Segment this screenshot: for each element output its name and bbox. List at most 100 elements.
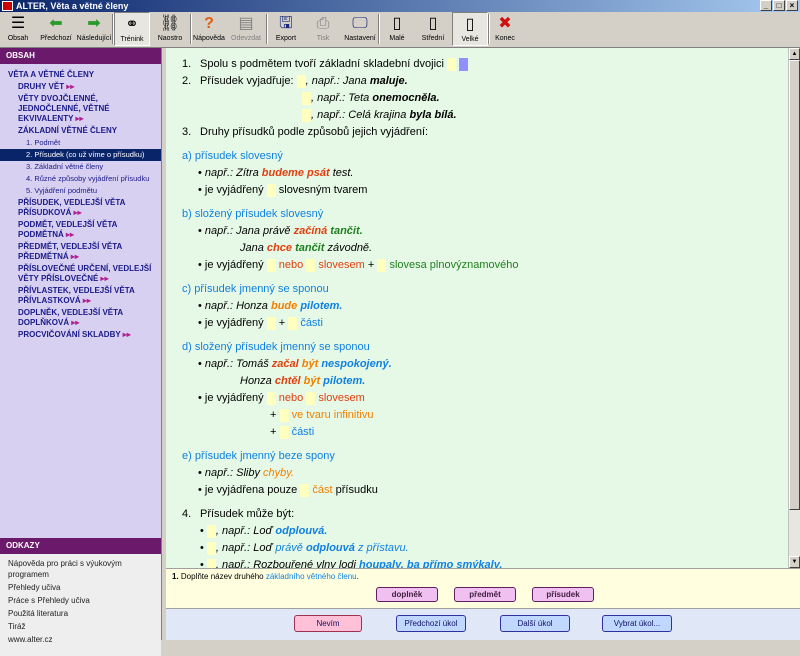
blank-field[interactable] — [206, 541, 216, 555]
nav-item-label: 4. Různé způsoby vyjádření přísudku — [26, 174, 150, 183]
trenink-button[interactable]: ⚭ Trénink — [114, 12, 150, 46]
nav-item-label: PŘÍVLASTEK, VEDLEJŠÍ VĚTA PŘÍVLASTKOVÁ — [18, 286, 135, 305]
predchozi-button[interactable]: ⬅ Předchozí — [38, 12, 74, 46]
nav-item-label: PROCVIČOVÁNÍ SKLADBY — [18, 330, 121, 339]
chain-icon: ⛓ — [159, 15, 181, 32]
section-d-rule: • je vyjádřený nebo slovesem — [198, 391, 365, 405]
links-list: Nápověda pro práci s výukovým programem P… — [0, 554, 161, 656]
blank-field[interactable] — [279, 408, 289, 422]
dont-know-button[interactable]: Nevím — [294, 615, 362, 632]
male-button[interactable]: ▯ Malé — [380, 12, 414, 46]
blank-field[interactable] — [300, 483, 310, 497]
section-a-title: a) přísudek slovesný — [182, 150, 283, 162]
choose-task-button[interactable]: Vybrat úkol... — [602, 615, 672, 632]
expand-arrow-icon: ▸▸ — [69, 318, 80, 327]
odevzdat-button[interactable]: ▤ Odevzdat — [228, 12, 264, 46]
nav-item[interactable]: PŘÍSUDEK, VEDLEJŠÍ VĚTA PŘÍSUDKOVÁ ▸▸ — [0, 197, 161, 219]
blank-field[interactable] — [447, 57, 457, 71]
nav-item[interactable]: 1. Podmět — [0, 137, 161, 149]
nav-item[interactable]: VĚTY DVOJČLENNÉ, JEDNOČLENNÉ, VĚTNÉ EKVI… — [0, 93, 161, 125]
toolbar-label: Obsah — [7, 35, 29, 42]
expand-arrow-icon: ▸▸ — [63, 230, 75, 239]
previous-task-button[interactable]: Předchozí úkol — [396, 615, 466, 632]
stredni-button[interactable]: ▯ Střední — [416, 12, 450, 46]
maximize-button[interactable]: □ — [773, 0, 785, 11]
nasledujici-button[interactable]: ➡ Následující — [76, 12, 112, 46]
scroll-down-icon[interactable]: ▼ — [789, 556, 800, 568]
blank-field[interactable] — [266, 183, 276, 197]
toolbar-label: Export — [275, 35, 297, 42]
expand-arrow-icon: ▸▸ — [64, 82, 75, 91]
blank-field[interactable] — [288, 316, 298, 330]
blank-field[interactable] — [377, 258, 387, 272]
nav-item-label: 3. Základní větné členy — [26, 162, 104, 171]
section-d-rule-3: + části — [270, 425, 315, 439]
blank-field[interactable] — [266, 391, 276, 405]
scroll-up-icon[interactable]: ▲ — [789, 48, 800, 60]
answer-prisudek-button[interactable]: přísudek — [532, 587, 594, 602]
obsah-button[interactable]: ☰ Obsah — [0, 12, 36, 46]
konec-button[interactable]: ✖ Konec — [490, 12, 520, 46]
answer-predmet-button[interactable]: předmět — [454, 587, 516, 602]
link-item[interactable]: Použitá literatura — [8, 608, 153, 619]
nav-item[interactable]: PROCVIČOVÁNÍ SKLADBY ▸▸ — [0, 329, 161, 341]
nav-item[interactable]: 4. Různé způsoby vyjádření přísudku — [0, 173, 161, 185]
question-icon: ? — [204, 15, 214, 32]
nastaveni-button[interactable]: 🖵 Nastavení — [342, 12, 378, 46]
close-window-button[interactable]: × — [786, 0, 798, 11]
section-b-example-2: Jana chce tančit závodně. — [240, 242, 373, 254]
section-e-rule: • je vyjádřena pouze část přísudku — [198, 483, 378, 497]
minimize-button[interactable]: _ — [760, 0, 772, 11]
export-button[interactable]: 🖫 Export — [268, 12, 304, 46]
blank-field[interactable] — [296, 74, 306, 88]
velke-button[interactable]: ▯ Velké — [452, 12, 488, 46]
blank-field[interactable] — [266, 316, 276, 330]
blank-field[interactable] — [206, 558, 216, 568]
section-d-example-1: • např.: Tomáš začal být nespokojený. — [198, 358, 392, 370]
nav-item[interactable]: 3. Základní větné členy — [0, 161, 161, 173]
tisk-button[interactable]: ⎙ Tisk — [306, 12, 340, 46]
section-b-title: b) složený přísudek slovesný — [182, 208, 324, 220]
nav-item-label: VĚTY DVOJČLENNÉ, JEDNOČLENNÉ, VĚTNÉ EKVI… — [18, 94, 110, 123]
blank-field[interactable] — [206, 524, 216, 538]
answer-doplnek-button[interactable]: doplněk — [376, 587, 438, 602]
links-heading: ODKAZY — [0, 538, 161, 554]
nav-item[interactable]: PODMĚT, VEDLEJŠÍ VĚTA PODMĚTNÁ ▸▸ — [0, 219, 161, 241]
nav-item[interactable]: ZÁKLADNÍ VĚTNÉ ČLENY — [0, 125, 161, 137]
blank-field[interactable] — [266, 258, 276, 272]
page-medium-icon: ▯ — [428, 15, 438, 32]
lesson-content: 1. Spolu s podmětem tvoří základní sklade… — [166, 48, 788, 568]
nav-item[interactable]: PŘÍVLASTEK, VEDLEJŠÍ VĚTA PŘÍVLASTKOVÁ ▸… — [0, 285, 161, 307]
napoveda-button[interactable]: ? Nápověda — [192, 12, 226, 46]
link-item[interactable]: Práce s Přehledy učiva — [8, 595, 153, 606]
nav-item[interactable]: 2. Přísudek (co už víme o přísudku) — [0, 149, 161, 161]
toolbar-separator — [112, 14, 114, 44]
toolbar-label: Nastavení — [344, 35, 376, 42]
toolbar-label: Tisk — [316, 35, 330, 42]
link-item[interactable]: Tiráž — [8, 621, 153, 632]
blank-field[interactable] — [279, 425, 289, 439]
content-scrollbar[interactable]: ▲ ▼ — [788, 48, 800, 568]
blank-field[interactable] — [302, 91, 311, 105]
scroll-thumb[interactable] — [789, 60, 800, 510]
expand-arrow-icon: ▸▸ — [68, 252, 79, 261]
window-title-bar: ALTER, Věta a větné členy _ □ × — [0, 0, 800, 12]
toolbar-label: Malé — [389, 35, 405, 42]
blank-field[interactable] — [306, 258, 316, 272]
blank-field[interactable] — [306, 391, 316, 405]
toolbar-separator — [488, 14, 490, 44]
active-blank-field[interactable] — [459, 57, 469, 71]
nav-item[interactable]: PŘÍSLOVEČNÉ URČENÍ, VEDLEJŠÍ VĚTY PŘÍSLO… — [0, 263, 161, 285]
section-e-example: • např.: Sliby chyby. — [198, 467, 294, 479]
next-task-button[interactable]: Další úkol — [500, 615, 570, 632]
link-item[interactable]: Nápověda pro práci s výukovým programem — [8, 558, 153, 580]
nav-item[interactable]: DOPLNĚK, VEDLEJŠÍ VĚTA DOPLŇKOVÁ ▸▸ — [0, 307, 161, 329]
naostro-button[interactable]: ⛓ Naostro — [152, 12, 188, 46]
link-item[interactable]: Přehledy učiva — [8, 582, 153, 593]
nav-item[interactable]: DRUHY VĚT ▸▸ — [0, 81, 161, 93]
nav-item-label: 1. Podmět — [26, 138, 61, 147]
blank-field[interactable] — [302, 108, 311, 122]
nav-item[interactable]: PŘEDMĚT, VEDLEJŠÍ VĚTA PŘEDMĚTNÁ ▸▸ — [0, 241, 161, 263]
nav-item[interactable]: VĚTA A VĚTNÉ ČLENY — [0, 69, 161, 81]
nav-item[interactable]: 5. Vyjádření podmětu — [0, 185, 161, 197]
